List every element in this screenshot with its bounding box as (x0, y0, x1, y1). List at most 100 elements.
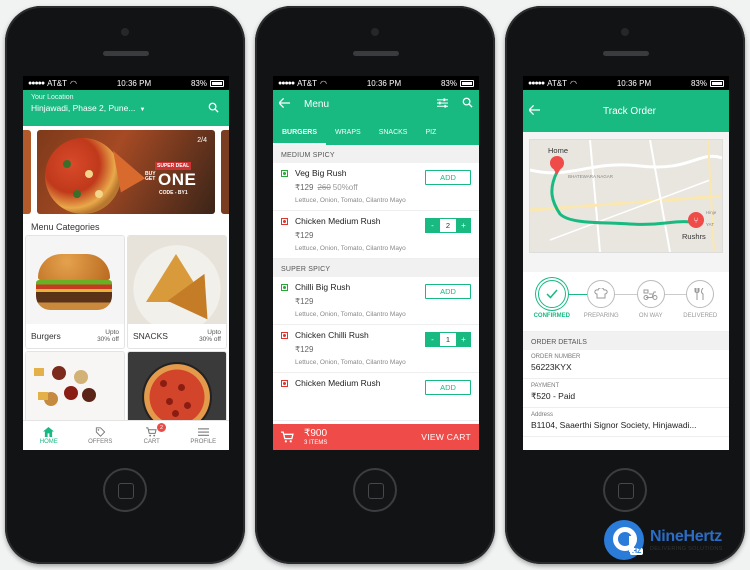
carrier: AT&T (297, 78, 317, 88)
menu-item: Chilli Big Rush ₹129 Lettuce, Onion, Tom… (273, 277, 479, 325)
home-screen: ●●●●● AT&T ◠ 10:36 PM 83% Your Location Hi… (23, 76, 229, 450)
status-bar: ●●●●● AT&T ◠ 10:36 PM 83% (523, 76, 729, 90)
menu-icon (197, 427, 209, 436)
category-name: Burgers (31, 331, 61, 341)
detail-row: ORDER NUMBER 56223KYX (523, 350, 729, 379)
decrement-button[interactable]: - (425, 332, 440, 347)
home-button[interactable] (103, 468, 147, 512)
battery-icon (460, 79, 474, 87)
battery-level: 83% (190, 78, 207, 88)
view-cart-button[interactable]: VIEW CART (421, 432, 471, 442)
detail-value: B1104, Saaerthi Signor Society, Hinjawad… (531, 420, 697, 430)
promo-carousel[interactable]: 2/4 SUPER DEAL BUY GET ONE CODE - BY1 (23, 126, 229, 218)
tab-profile[interactable]: PROFILE (178, 421, 230, 450)
detail-value: ₹520 - Paid (531, 391, 576, 401)
tab-pizza[interactable]: PIZ (416, 129, 445, 145)
cart-icon (146, 426, 157, 437)
signal-icon: ●●●●● (278, 79, 295, 87)
tab-wraps[interactable]: WRAPS (326, 129, 370, 145)
order-progress: CONFIRMED PREPARING ON WAY DELIVERED (523, 272, 729, 332)
phone-menu: ●●●●● AT&T ◠ 10:36 PM 83% Menu BURGERS WRA… (255, 6, 495, 564)
map-area-label: BHATEWARA NAGAR (568, 174, 614, 179)
tab-offers[interactable]: OFFERS (75, 421, 127, 450)
route-map[interactable]: BHATEWARA NAGAR YAT Hinje Home ⑂ Rushrs (530, 140, 722, 252)
quantity-value: 2 (440, 218, 456, 233)
section-title: MEDIUM SPICY (281, 152, 335, 159)
detail-value: 56223KYX (531, 362, 572, 372)
promo-banner[interactable]: 2/4 SUPER DEAL BUY GET ONE CODE - BY1 (37, 130, 215, 214)
signal-icon: ●●●●● (28, 79, 45, 87)
home-button[interactable] (603, 468, 647, 512)
check-icon (537, 280, 566, 308)
detail-key: PAYMENT (531, 383, 560, 389)
category-name: SNACKS (133, 331, 168, 341)
clock: 10:36 PM (366, 78, 402, 88)
brand-tagline: DELIVERING SOLUTIONS (650, 546, 723, 552)
brand-logo: HZ NineHertz DELIVERING SOLUTIONS (604, 520, 723, 560)
track-screen: ●●●●● AT&T ◠ 10:36 PM 83% Track Order BH… (523, 76, 729, 450)
category-tile-snacks[interactable]: SNACKS Upto 30% off (128, 236, 226, 348)
location-selector[interactable]: Your Location Hinjawadi, Phase 2, Pune..… (23, 90, 229, 126)
battery-icon (710, 79, 724, 87)
home-pin-icon (550, 156, 564, 175)
status-bar: ●●●●● AT&T ◠ 10:36 PM 83% (273, 76, 479, 90)
order-details-heading: ORDER DETAILS (523, 332, 729, 350)
category-tabs: BURGERS WRAPS SNACKS PIZ (273, 118, 479, 145)
phone-track: ●●●●● AT&T ◠ 10:36 PM 83% Track Order BH… (505, 6, 745, 564)
page-title: Track Order (603, 105, 656, 117)
detail-row: PAYMENT ₹520 - Paid (523, 379, 729, 408)
location-value: Hinjawadi, Phase 2, Pune... (31, 103, 136, 113)
carrier: AT&T (47, 78, 67, 88)
category-tile-burgers[interactable]: Burgers Upto 30% off (26, 236, 124, 348)
back-arrow-icon[interactable] (278, 95, 290, 113)
phone-home: ●●●●● AT&T ◠ 10:36 PM 83% Your Location Hi… (5, 6, 245, 564)
back-arrow-icon[interactable] (528, 102, 540, 120)
tab-cart[interactable]: 2 CART (126, 421, 178, 450)
step-label: PREPARING (583, 313, 619, 319)
category-offer: Upto 30% off (199, 328, 221, 343)
burger-image (26, 236, 124, 324)
add-button[interactable]: ADD (425, 380, 471, 395)
menu-app-bar: Menu (273, 90, 479, 118)
nonveg-icon (281, 218, 288, 225)
tab-home[interactable]: HOME (23, 421, 75, 450)
cart-badge: 2 (157, 423, 166, 432)
tab-snacks[interactable]: SNACKS (370, 129, 417, 145)
nonveg-icon (281, 380, 288, 387)
item-description: Lettuce, Onion, Tomato, Cilantro Mayo (295, 245, 406, 252)
deal-text: SUPER DEAL BUY GET ONE CODE - BY1 (145, 154, 196, 196)
step-label: CONFIRMED (533, 313, 570, 319)
map-panel: BHATEWARA NAGAR YAT Hinje Home ⑂ Rushrs (523, 132, 729, 272)
map-area-label: YAT (706, 222, 715, 227)
tab-label: PROFILE (190, 438, 217, 445)
carrier: AT&T (547, 78, 567, 88)
map-area-label: Hinje (706, 210, 717, 215)
increment-button[interactable]: + (456, 218, 471, 233)
detail-row: Address B1104, Saaerthi Signor Society, … (523, 408, 729, 437)
search-icon[interactable] (462, 95, 473, 113)
clock: 10:36 PM (116, 78, 152, 88)
add-button[interactable]: ADD (425, 170, 471, 185)
menu-screen: ●●●●● AT&T ◠ 10:36 PM 83% Menu BURGERS WRA… (273, 76, 479, 450)
battery-icon (210, 79, 224, 87)
caret-down-icon: ▼ (139, 107, 146, 113)
step-confirmed: CONFIRMED (528, 280, 576, 319)
speaker (603, 51, 649, 56)
filter-icon[interactable] (437, 95, 448, 113)
nonveg-icon (281, 332, 288, 339)
search-icon[interactable] (208, 100, 219, 118)
track-app-bar: Track Order (523, 90, 729, 132)
super-deal-label: SUPER DEAL (155, 162, 192, 170)
increment-button[interactable]: + (456, 332, 471, 347)
wifi-icon: ◠ (320, 78, 327, 88)
add-button[interactable]: ADD (425, 284, 471, 299)
next-banner (221, 130, 229, 214)
decrement-button[interactable]: - (425, 218, 440, 233)
home-button[interactable] (353, 468, 397, 512)
tab-burgers[interactable]: BURGERS (273, 129, 327, 145)
prev-banner (23, 130, 31, 214)
view-cart-bar[interactable]: ₹900 3 ITEMS VIEW CART (273, 424, 479, 450)
restaurant-label: Rushrs (682, 232, 706, 241)
signal-icon: ●●●●● (528, 79, 545, 87)
bottom-nav: HOME OFFERS 2 CART PROFILE (23, 420, 229, 450)
